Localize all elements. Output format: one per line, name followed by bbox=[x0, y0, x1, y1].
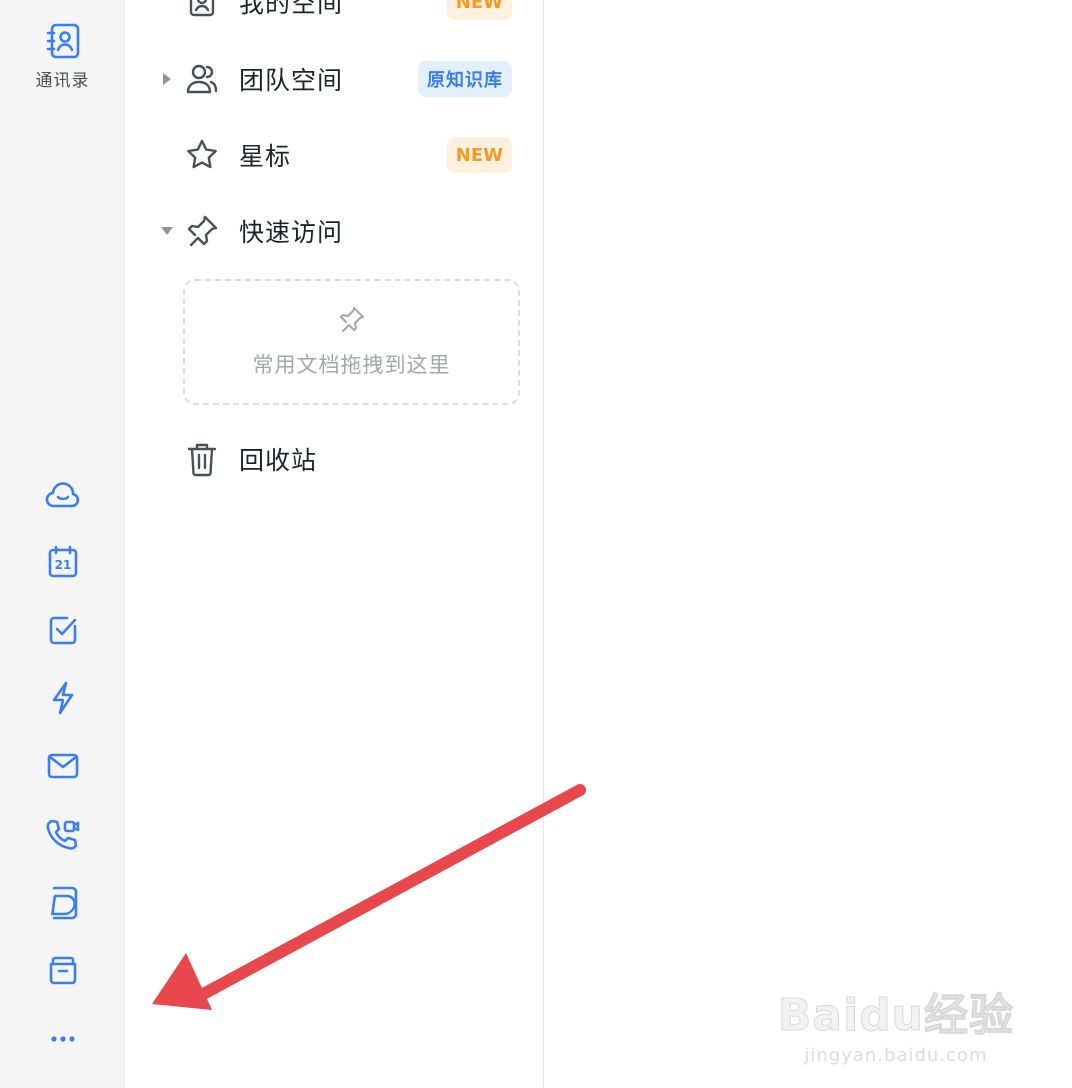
main-content-area bbox=[545, 0, 1072, 1088]
rail-item-folder[interactable] bbox=[0, 952, 125, 988]
person-card-icon bbox=[184, 0, 220, 20]
watermark-logo: Baidu经验 bbox=[777, 990, 1014, 1042]
nav-label: 快速访问 bbox=[239, 218, 344, 247]
lightning-icon bbox=[45, 680, 81, 716]
rail-item-lightning[interactable] bbox=[0, 680, 125, 716]
watermark-url: jingyan.baidu.com bbox=[804, 1045, 988, 1066]
nav-label: 我的空间 bbox=[239, 0, 344, 18]
nav-item-quick-access[interactable]: 快速访问 bbox=[126, 203, 544, 259]
mail-icon bbox=[45, 748, 81, 784]
rail-item-contacts[interactable]: 通讯录 bbox=[0, 22, 125, 91]
contacts-icon bbox=[44, 22, 82, 60]
docs-sidebar: 我的空间 NEW 团队空间 原知识库 星标 NEW 快速访问 常用文档拖拽到这里… bbox=[126, 0, 544, 1088]
rail-item-more[interactable] bbox=[0, 1030, 125, 1046]
rail-item-docs[interactable] bbox=[0, 884, 125, 922]
pin-icon bbox=[184, 213, 220, 249]
drop-zone-text: 常用文档拖拽到这里 bbox=[252, 353, 451, 377]
nav-label: 团队空间 bbox=[239, 66, 344, 95]
cloud-icon bbox=[45, 477, 81, 513]
video-call-icon bbox=[44, 816, 82, 854]
nav-item-team-space[interactable]: 团队空间 原知识库 bbox=[126, 51, 544, 107]
nav-item-starred[interactable]: 星标 NEW bbox=[126, 127, 544, 183]
calendar-day: 21 bbox=[54, 558, 71, 572]
calendar-icon: 21 bbox=[45, 544, 81, 580]
app-rail: 通讯录 21 bbox=[0, 0, 125, 1088]
nav-item-my-space[interactable]: 我的空间 NEW bbox=[126, 0, 544, 30]
nav-label: 回收站 bbox=[239, 446, 318, 475]
team-icon bbox=[184, 61, 220, 97]
folder-icon bbox=[45, 952, 81, 988]
contacts-label: 通讯录 bbox=[35, 71, 90, 91]
nav-label: 星标 bbox=[239, 142, 292, 171]
docs-icon bbox=[45, 884, 81, 922]
tasks-icon bbox=[45, 612, 81, 648]
more-icon bbox=[48, 1030, 78, 1046]
rail-item-tasks[interactable] bbox=[0, 612, 125, 648]
nav-item-trash[interactable]: 回收站 bbox=[126, 431, 544, 487]
caret-down-icon[interactable] bbox=[160, 224, 174, 238]
new-badge: NEW bbox=[446, 0, 512, 20]
knowledge-base-badge: 原知识库 bbox=[418, 61, 512, 97]
caret-right-icon[interactable] bbox=[160, 72, 174, 86]
rail-item-mail[interactable] bbox=[0, 748, 125, 784]
star-icon bbox=[184, 137, 220, 173]
quick-access-drop-zone[interactable]: 常用文档拖拽到这里 bbox=[183, 279, 520, 405]
rail-item-video-call[interactable] bbox=[0, 816, 125, 854]
rail-item-cloud[interactable] bbox=[0, 477, 125, 513]
watermark: Baidu经验 jingyan.baidu.com bbox=[777, 979, 1014, 1067]
rail-item-calendar[interactable]: 21 bbox=[0, 544, 125, 580]
new-badge: NEW bbox=[446, 137, 512, 173]
trash-icon bbox=[184, 441, 220, 477]
pin-icon bbox=[338, 305, 366, 337]
